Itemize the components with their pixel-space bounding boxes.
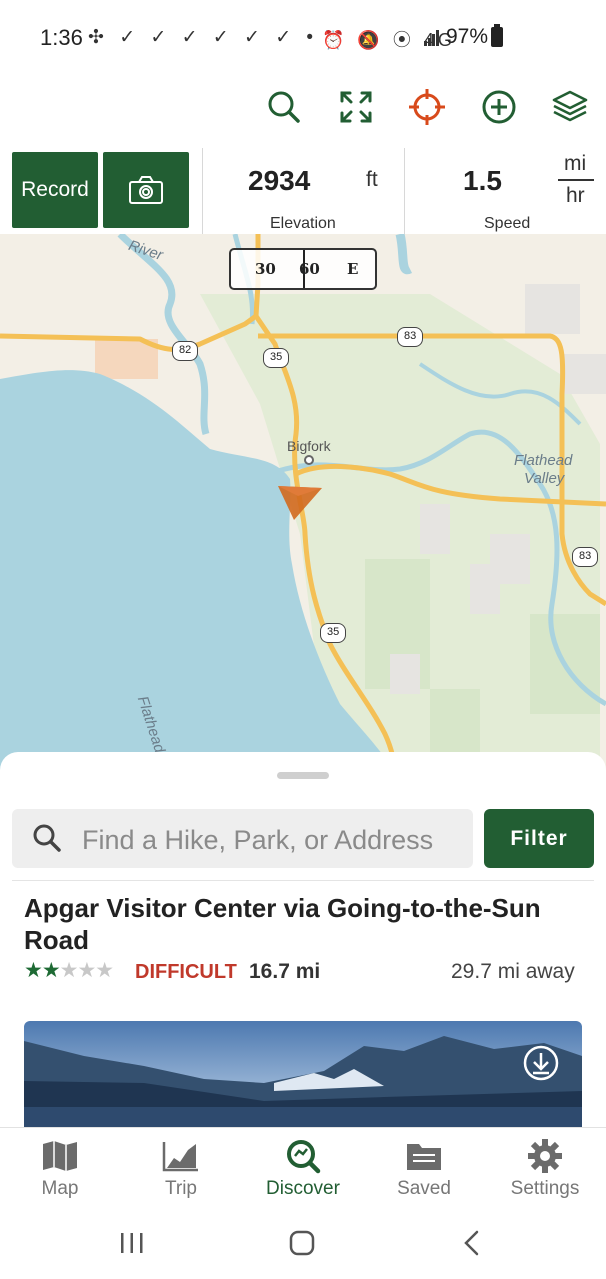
speed-unit-numerator: mi	[564, 152, 587, 175]
recent-apps-icon[interactable]	[102, 1223, 162, 1263]
town-label-bigfork: Bigfork	[287, 438, 331, 454]
nav-label: Trip	[164, 1178, 198, 1199]
nav-saved[interactable]: Saved	[364, 1128, 484, 1208]
divider	[404, 148, 405, 234]
discover-sheet: Find a Hike, Park, or Address Filter Apg…	[0, 752, 606, 1128]
route-shield-35: 35	[263, 348, 290, 368]
location-marker-icon	[278, 486, 322, 520]
layers-icon[interactable]	[545, 82, 595, 132]
search-icon[interactable]	[259, 82, 309, 132]
folder-icon	[364, 1138, 484, 1174]
route-shield-35-south: 35	[320, 623, 347, 643]
map-toolbar	[0, 76, 606, 144]
speed-unit-fraction-bar	[558, 179, 594, 181]
nav-label: Settings	[510, 1178, 580, 1199]
bottom-navigation: Map Trip Discover Saved Settings	[0, 1127, 606, 1207]
sheet-grabber[interactable]	[277, 772, 329, 779]
nav-discover[interactable]: Discover	[243, 1128, 363, 1208]
compass-tick-60: 60	[299, 260, 320, 278]
nav-label: Saved	[397, 1178, 451, 1199]
battery-percentage: 97%	[446, 25, 489, 48]
trail-length: 16.7 mi	[249, 960, 321, 983]
camera-icon	[129, 176, 163, 204]
system-navigation-bar	[0, 1207, 606, 1279]
battery-icon	[491, 24, 503, 47]
divider	[12, 880, 594, 881]
record-panel: Record 2934 ft Elevation 1.5 mi hr Speed	[0, 144, 606, 234]
home-icon[interactable]	[272, 1223, 332, 1263]
status-bar: 1:36 ✣ ✓ ✓ ✓ ✓ ✓ ✓ • ⏰ 🔕 ⦿ 4G 97%	[0, 0, 606, 76]
locate-icon[interactable]	[402, 82, 452, 132]
chart-icon	[121, 1138, 241, 1174]
valley-label-line2: Valley	[524, 470, 565, 487]
search-placeholder: Find a Hike, Park, or Address	[82, 825, 434, 855]
nav-label: Discover	[266, 1178, 340, 1199]
trail-photo[interactable]	[24, 1021, 582, 1128]
back-icon[interactable]	[442, 1223, 502, 1263]
divider	[202, 148, 203, 234]
valley-label-line1: Flathead	[514, 452, 573, 469]
trail-difficulty: DIFFICULT	[135, 961, 237, 983]
speed-value: 1.5	[463, 165, 502, 196]
compass-heading: 30 60 E	[229, 248, 377, 290]
map-view[interactable]: 30 60 E River Bigfork Flathead Valley Fl…	[0, 234, 606, 774]
elevation-label: Elevation	[270, 215, 336, 232]
nav-trip[interactable]: Trip	[121, 1128, 241, 1208]
search-input[interactable]: Find a Hike, Park, or Address	[12, 809, 473, 868]
route-shield-82: 82	[172, 341, 199, 361]
elevation-unit: ft	[366, 168, 378, 191]
gear-icon	[485, 1138, 605, 1174]
trail-distance: 29.7 mi away	[451, 960, 575, 983]
speed-unit-denominator: hr	[566, 184, 585, 207]
elevation-value: 2934	[248, 165, 311, 196]
trail-title[interactable]: Apgar Visitor Center via Going-to-the-Su…	[24, 892, 584, 956]
town-dot	[304, 455, 314, 465]
compass-tick-east: E	[347, 260, 359, 278]
camera-button[interactable]	[103, 152, 189, 228]
route-shield-83: 83	[397, 327, 424, 347]
nav-label: Map	[41, 1178, 79, 1199]
search-icon	[32, 823, 62, 858]
add-icon[interactable]	[474, 82, 524, 132]
route-shield-83-east: 83	[572, 547, 599, 567]
filter-button[interactable]: Filter	[484, 809, 594, 868]
nav-map[interactable]: Map	[0, 1128, 120, 1208]
signal-icon	[424, 30, 440, 51]
map-icon	[0, 1138, 120, 1174]
star-empty-icons: ★★★	[59, 959, 114, 982]
download-icon[interactable]	[522, 1044, 560, 1087]
fullscreen-icon[interactable]	[331, 82, 381, 132]
discover-icon	[243, 1138, 363, 1174]
record-button[interactable]: Record	[12, 152, 98, 228]
speed-label: Speed	[484, 215, 531, 232]
compass-tick-30: 30	[255, 260, 276, 278]
status-time: 1:36	[40, 25, 83, 50]
trail-rating-stars: ★★★★★	[24, 958, 114, 983]
notification-icons: ✣ ✓ ✓ ✓ ✓ ✓ ✓ •	[88, 27, 319, 48]
star-full-icons: ★★	[24, 959, 61, 982]
nav-settings[interactable]: Settings	[485, 1128, 605, 1208]
